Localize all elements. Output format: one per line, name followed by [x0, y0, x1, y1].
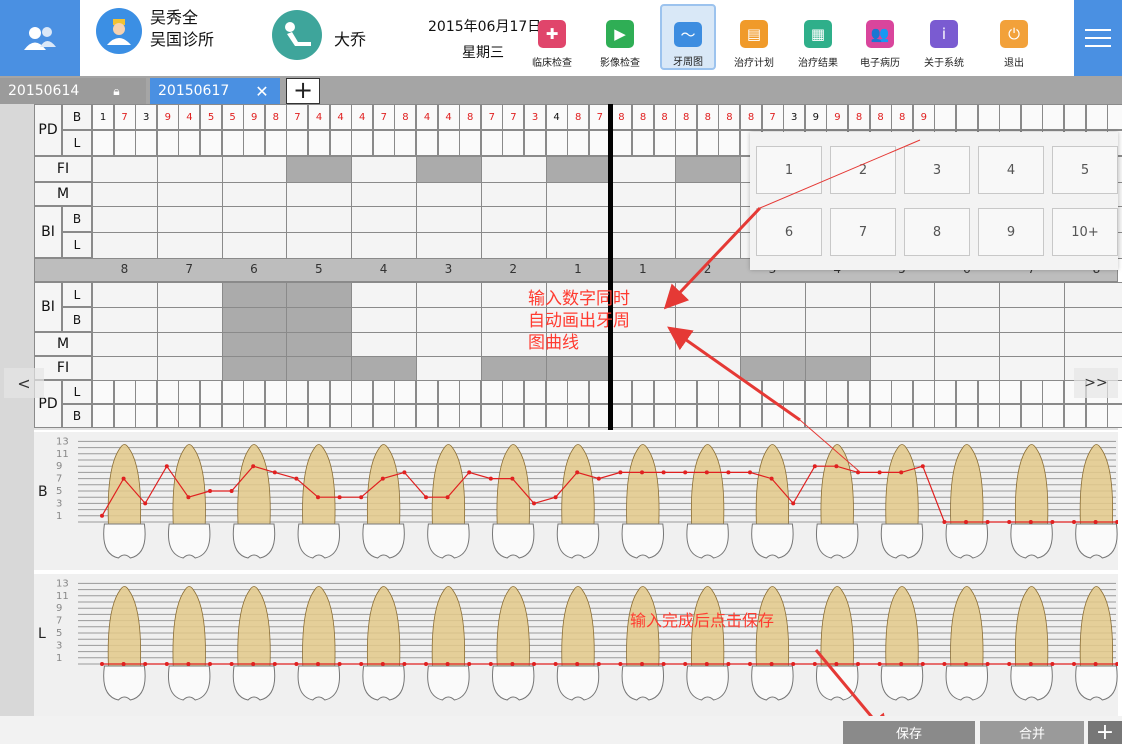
add-button[interactable]: + — [1088, 720, 1122, 744]
save-label: 保存 — [895, 727, 922, 742]
save-button[interactable]: 保存 — [843, 721, 975, 744]
merge-button[interactable]: 合并 — [980, 721, 1084, 744]
leader-to-curve — [799, 419, 861, 473]
annotation-arrows — [663, 139, 921, 739]
leader-to-key — [759, 139, 921, 209]
arrow-to-grid — [667, 326, 801, 422]
arrow-to-numpad — [663, 206, 762, 310]
plus-icon: + — [1095, 720, 1115, 744]
merge-label: 合并 — [1018, 727, 1045, 742]
